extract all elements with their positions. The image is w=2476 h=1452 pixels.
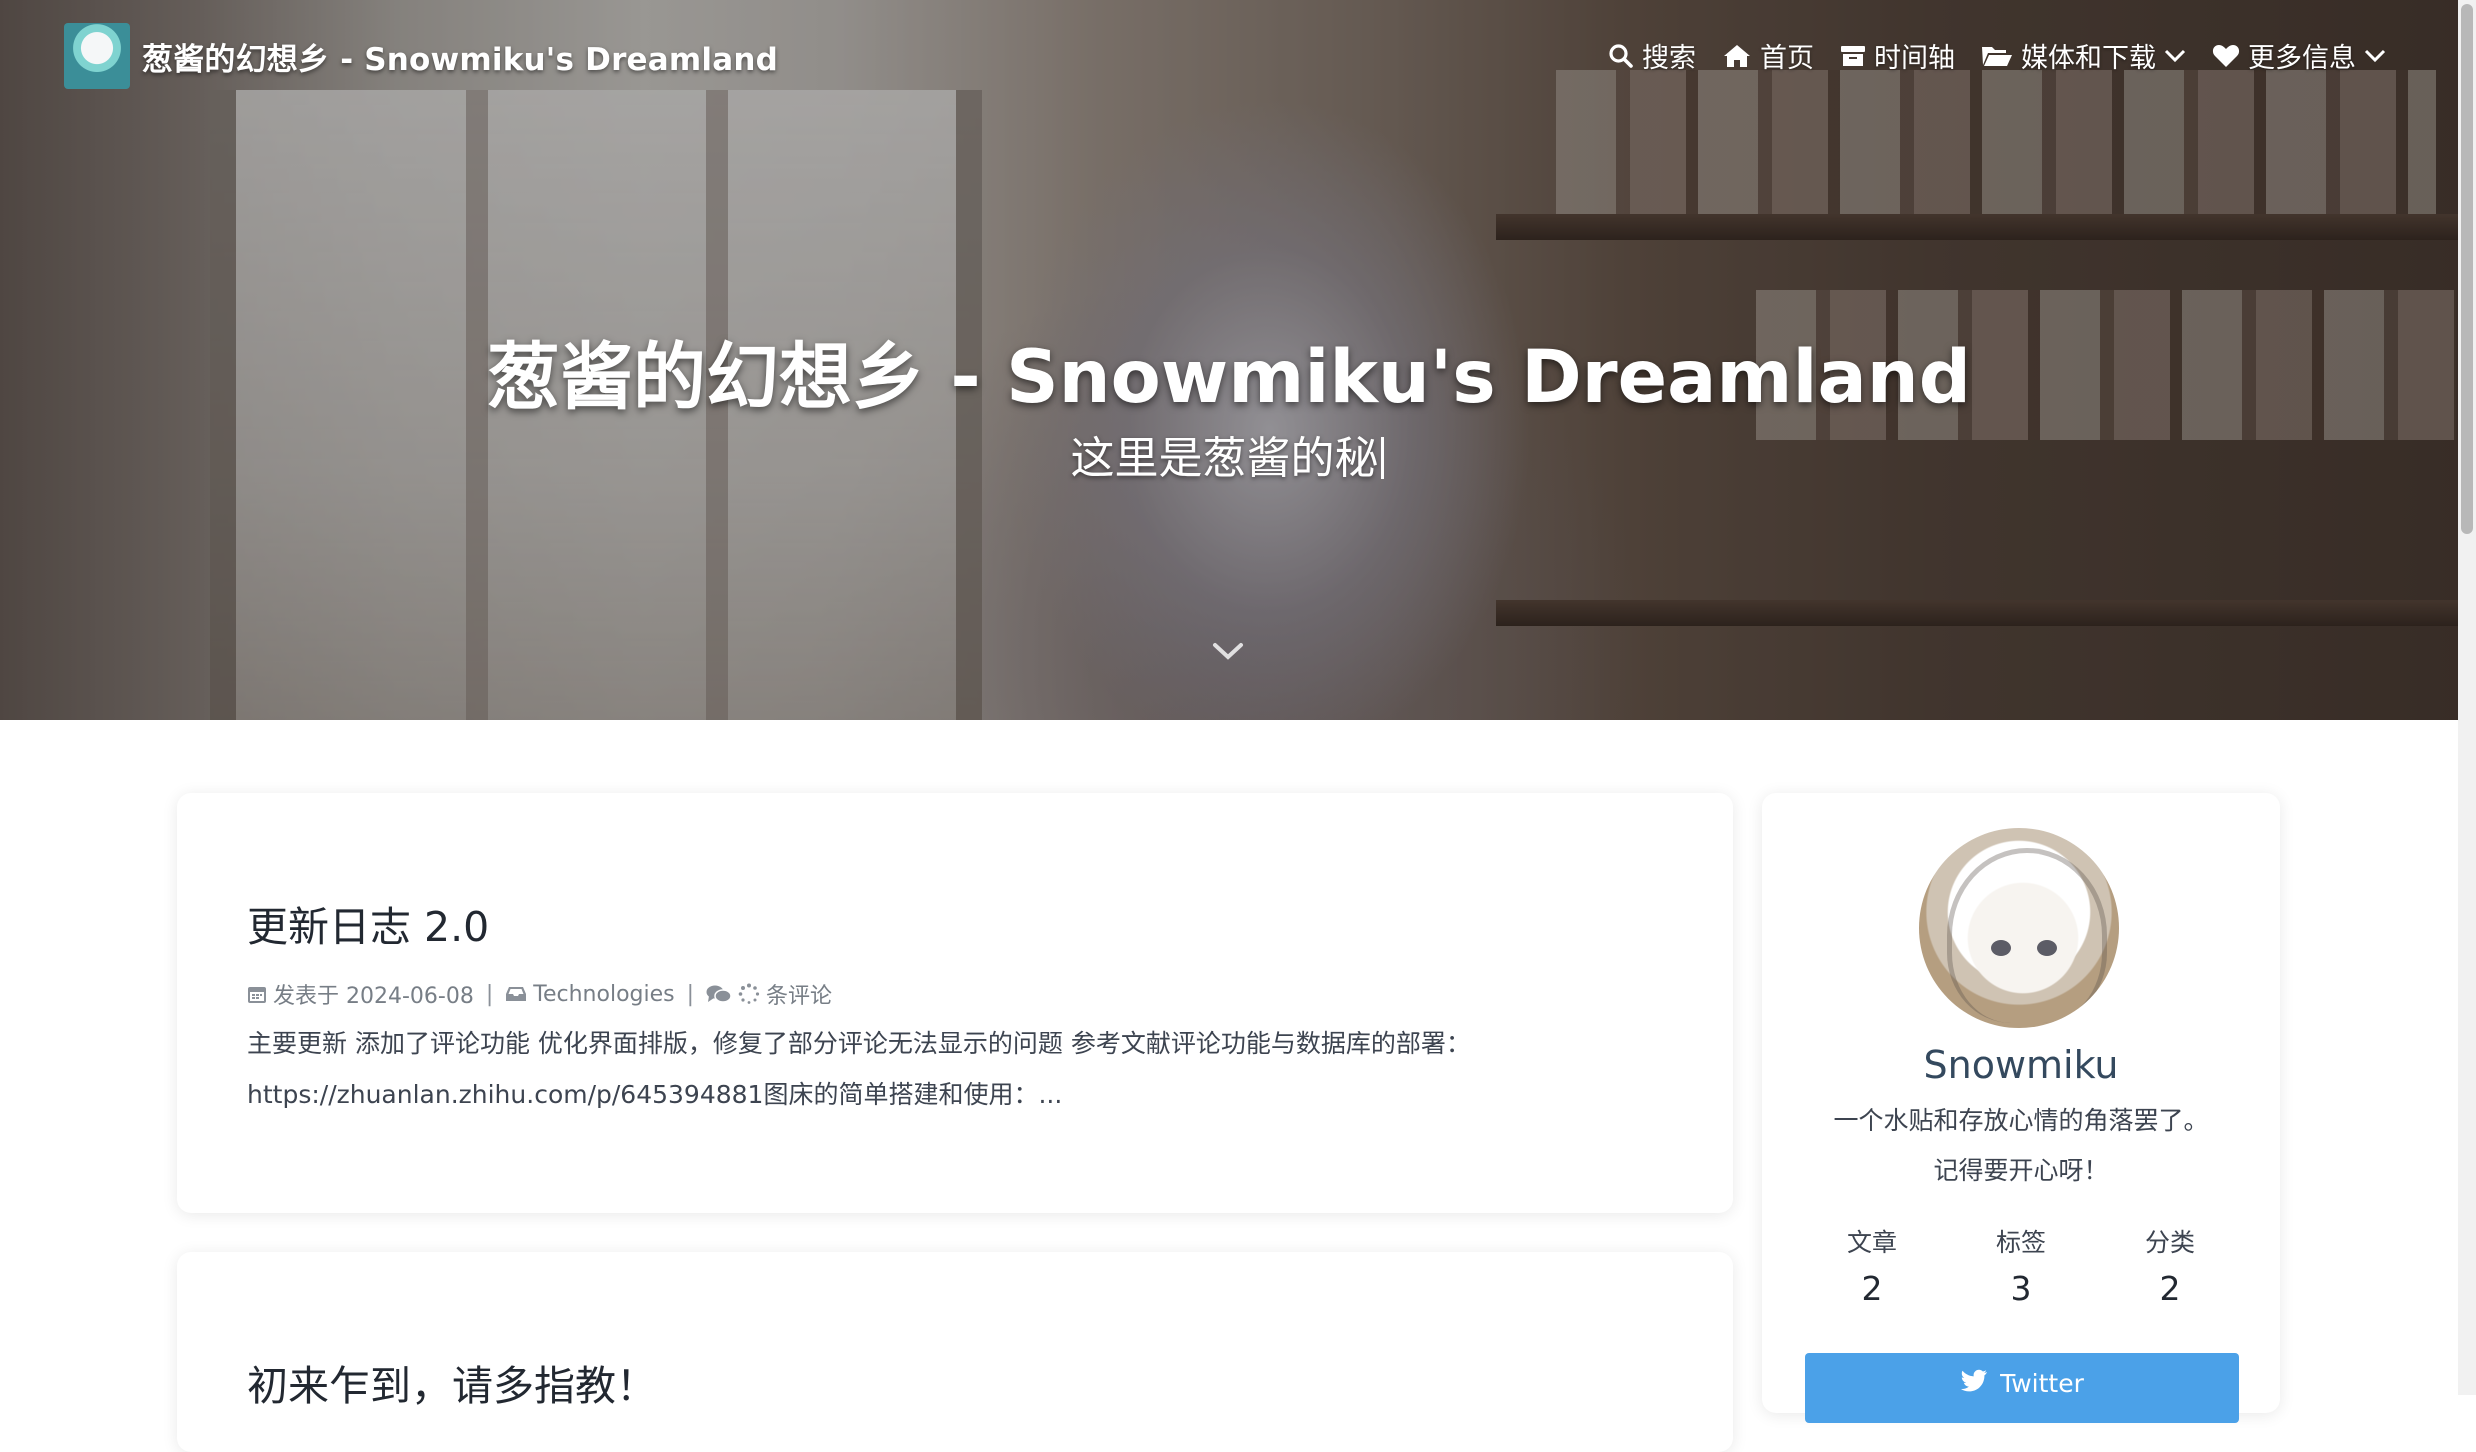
author-description-line2: 记得要开心呀！ xyxy=(1933,1156,2109,1185)
nav-menu: 搜索 首页 时间轴 媒体和下载 更多信息 xyxy=(1582,36,2386,75)
twitter-button[interactable]: Twitter xyxy=(1805,1353,2239,1423)
brand-logo xyxy=(64,23,130,89)
author-description-line1: 一个水贴和存放心情的角落罢了。 xyxy=(1833,1106,2209,1135)
scroll-down-chevron-icon[interactable] xyxy=(1212,640,1244,666)
post-card[interactable]: 初来乍到，请多指教！ xyxy=(177,1252,1733,1452)
nav-item-media[interactable]: 媒体和下载 xyxy=(1981,36,2186,75)
chevron-down-icon xyxy=(2364,49,2386,62)
post-meta: 发表于 2024-06-08 | Technologies | 条评论 xyxy=(247,978,832,1010)
post-title[interactable]: 初来乍到，请多指教！ xyxy=(247,1352,657,1412)
home-icon xyxy=(1724,44,1750,67)
post-comments-label[interactable]: 条评论 xyxy=(766,978,832,1010)
twitter-label: Twitter xyxy=(2000,1369,2084,1398)
meta-separator: | xyxy=(485,981,494,1007)
heart-icon xyxy=(2212,44,2240,67)
nav-item-home-label: 首页 xyxy=(1760,43,1814,74)
post-card[interactable]: 更新日志 2.0 发表于 2024-06-08 | Technologies |… xyxy=(177,793,1733,1213)
scrollbar[interactable] xyxy=(2458,0,2476,1395)
author-name: Snowmiku xyxy=(1923,1043,2119,1087)
nav-item-timeline-label: 时间轴 xyxy=(1874,43,1955,74)
nav-item-more[interactable]: 更多信息 xyxy=(2212,36,2386,75)
stat-tags[interactable]: 标签 3 xyxy=(1961,1223,2081,1308)
nav-item-search[interactable]: 搜索 xyxy=(1608,36,1696,75)
post-category-link[interactable]: Technologies xyxy=(533,982,674,1007)
post-excerpt: 主要更新 添加了评论功能 优化界面排版，修复了部分评论无法显示的问题 参考文献评… xyxy=(247,1029,1471,1109)
author-avatar xyxy=(1919,828,2119,1028)
stat-value: 2 xyxy=(2159,1269,2181,1308)
stat-label: 文章 xyxy=(1846,1228,1897,1257)
nav-item-timeline[interactable]: 时间轴 xyxy=(1840,36,1955,75)
nav-item-media-label: 媒体和下载 xyxy=(2021,43,2156,74)
twitter-icon xyxy=(1960,1369,1988,1392)
typing-caret xyxy=(1380,437,1384,479)
folder-open-icon xyxy=(1982,46,2012,66)
stat-label: 分类 xyxy=(2144,1228,2195,1257)
nav-item-search-label: 搜索 xyxy=(1642,43,1696,74)
author-card: Snowmiku 一个水贴和存放心情的角落罢了。 记得要开心呀！ 文章 2 标签… xyxy=(1762,793,2280,1423)
hero-subtitle: 这里是葱酱的秘 xyxy=(0,422,2454,486)
stat-label: 标签 xyxy=(1995,1228,2046,1257)
post-date: 发表于 2024-06-08 xyxy=(273,984,474,1009)
hero-title: 葱酱的幻想乡 - Snowmiku's Dreamland xyxy=(486,335,1972,420)
archive-icon xyxy=(1841,45,1865,66)
inbox-icon xyxy=(506,987,527,1001)
stat-value: 3 xyxy=(2010,1269,2032,1308)
author-stats: 文章 2 标签 3 分类 2 xyxy=(1812,1223,2230,1308)
loading-spinner-icon xyxy=(738,983,760,1004)
stat-posts[interactable]: 文章 2 xyxy=(1812,1223,1932,1308)
navbar: 葱酱的幻想乡 - Snowmiku's Dreamland 搜索 首页 时间轴 … xyxy=(0,0,2476,112)
meta-separator: | xyxy=(686,981,695,1007)
nav-item-home[interactable]: 首页 xyxy=(1722,36,1814,75)
author-description: 一个水贴和存放心情的角落罢了。 记得要开心呀！ xyxy=(1762,1096,2280,1196)
calendar-icon xyxy=(248,987,266,1003)
post-title[interactable]: 更新日志 2.0 xyxy=(247,893,489,953)
scrollbar-thumb[interactable] xyxy=(2461,4,2473,534)
chevron-down-icon xyxy=(2164,49,2186,62)
brand-link[interactable]: 葱酱的幻想乡 - Snowmiku's Dreamland xyxy=(64,23,778,89)
hero-subtitle-text: 这里是葱酱的秘 xyxy=(1070,433,1379,484)
brand-title: 葱酱的幻想乡 - Snowmiku's Dreamland xyxy=(142,41,779,78)
stat-value: 2 xyxy=(1861,1269,1883,1308)
comments-icon xyxy=(706,985,732,1003)
search-icon xyxy=(1609,43,1633,68)
nav-item-more-label: 更多信息 xyxy=(2248,43,2356,74)
stat-categories[interactable]: 分类 2 xyxy=(2110,1223,2230,1308)
